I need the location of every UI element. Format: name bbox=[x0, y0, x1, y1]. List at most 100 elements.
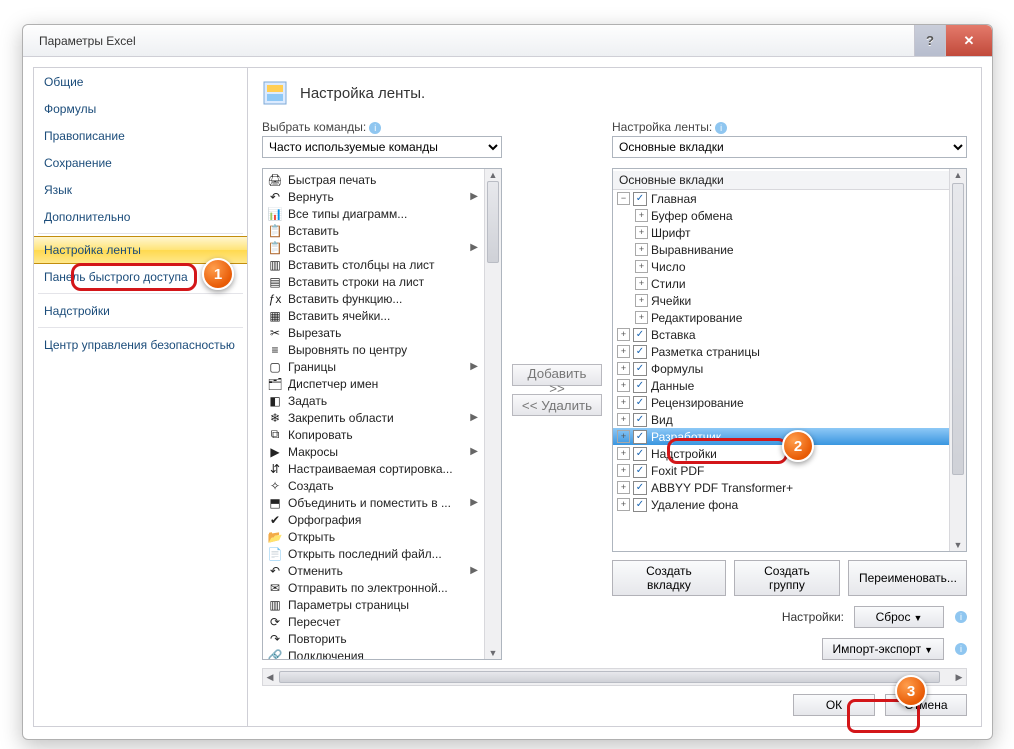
command-item[interactable]: ƒxВставить функцию... bbox=[263, 290, 485, 307]
tree-row[interactable]: +Выравнивание bbox=[613, 241, 950, 258]
tree-checkbox[interactable]: ✓ bbox=[633, 413, 647, 427]
tree-checkbox[interactable]: ✓ bbox=[633, 447, 647, 461]
info-icon[interactable]: i bbox=[955, 643, 967, 655]
info-icon[interactable]: i bbox=[955, 611, 967, 623]
command-item[interactable]: 🗂Диспетчер имен bbox=[263, 375, 485, 392]
tree-row[interactable]: +✓Удаление фона bbox=[613, 496, 950, 513]
sidebar-item-save[interactable]: Сохранение bbox=[34, 149, 247, 176]
tree-checkbox[interactable]: ✓ bbox=[633, 464, 647, 478]
tree-expander[interactable]: + bbox=[635, 243, 648, 256]
tree-expander[interactable]: + bbox=[617, 464, 630, 477]
command-item[interactable]: ⟳Пересчет bbox=[263, 613, 485, 630]
command-item[interactable]: ✂Вырезать bbox=[263, 324, 485, 341]
command-item[interactable]: ✧Создать bbox=[263, 477, 485, 494]
horizontal-scrollbar[interactable]: ◀▶ bbox=[262, 668, 967, 686]
sidebar-item-general[interactable]: Общие bbox=[34, 68, 247, 95]
command-item[interactable]: ▢Границы▶ bbox=[263, 358, 485, 375]
customize-ribbon-dropdown[interactable]: Основные вкладки bbox=[612, 136, 967, 158]
tree-checkbox[interactable]: ✓ bbox=[633, 192, 647, 206]
import-export-button[interactable]: Импорт-экспорт▼ bbox=[822, 638, 944, 660]
command-item[interactable]: ▶Макросы▶ bbox=[263, 443, 485, 460]
tree-row[interactable]: +✓Формулы bbox=[613, 360, 950, 377]
remove-button[interactable]: << Удалить bbox=[512, 394, 602, 416]
command-item[interactable]: 📋Вставить bbox=[263, 222, 485, 239]
tree-checkbox[interactable]: ✓ bbox=[633, 481, 647, 495]
tree-row[interactable]: +Стили bbox=[613, 275, 950, 292]
command-item[interactable]: ↶Отменить▶ bbox=[263, 562, 485, 579]
rename-button[interactable]: Переименовать... bbox=[848, 560, 967, 596]
command-item[interactable]: ▤Вставить строки на лист bbox=[263, 273, 485, 290]
help-button[interactable]: ? bbox=[914, 25, 945, 56]
sidebar-item-proofing[interactable]: Правописание bbox=[34, 122, 247, 149]
tree-row[interactable]: +✓ABBYY PDF Transformer+ bbox=[613, 479, 950, 496]
tree-row[interactable]: +✓Рецензирование bbox=[613, 394, 950, 411]
tree-expander[interactable]: + bbox=[635, 260, 648, 273]
command-item[interactable]: ▦Вставить ячейки... bbox=[263, 307, 485, 324]
info-icon[interactable]: i bbox=[369, 122, 381, 134]
new-group-button[interactable]: Создать группу bbox=[734, 560, 840, 596]
tree-expander[interactable]: + bbox=[617, 345, 630, 358]
tree-expander[interactable]: − bbox=[617, 192, 630, 205]
command-item[interactable]: ▥Вставить столбцы на лист bbox=[263, 256, 485, 273]
tree-expander[interactable]: + bbox=[635, 226, 648, 239]
sidebar-item-trust-center[interactable]: Центр управления безопасностью bbox=[34, 331, 247, 358]
command-item[interactable]: ❄Закрепить области▶ bbox=[263, 409, 485, 426]
tree-expander[interactable]: + bbox=[617, 328, 630, 341]
tree-row[interactable]: −✓Главная bbox=[613, 190, 950, 207]
command-item[interactable]: ↶Вернуть▶ bbox=[263, 188, 485, 205]
command-item[interactable]: 📂Открыть bbox=[263, 528, 485, 545]
command-item[interactable]: 🔗Подключения bbox=[263, 647, 485, 659]
tree-checkbox[interactable]: ✓ bbox=[633, 379, 647, 393]
command-item[interactable]: ▥Параметры страницы bbox=[263, 596, 485, 613]
tree-checkbox[interactable]: ✓ bbox=[633, 396, 647, 410]
sidebar-item-advanced[interactable]: Дополнительно bbox=[34, 203, 247, 230]
close-button[interactable]: ✕ bbox=[945, 25, 992, 56]
tree-row[interactable]: +✓Foxit PDF bbox=[613, 462, 950, 479]
command-item[interactable]: ⧉Копировать bbox=[263, 426, 485, 443]
sidebar-item-addins[interactable]: Надстройки bbox=[34, 297, 247, 324]
tree-checkbox[interactable]: ✓ bbox=[633, 345, 647, 359]
tree-expander[interactable]: + bbox=[635, 209, 648, 222]
ok-button[interactable]: ОК bbox=[793, 694, 875, 716]
tree-expander[interactable]: + bbox=[635, 294, 648, 307]
tree-row[interactable]: +✓Вставка bbox=[613, 326, 950, 343]
tree-row[interactable]: +Редактирование bbox=[613, 309, 950, 326]
sidebar-item-language[interactable]: Язык bbox=[34, 176, 247, 203]
command-item[interactable]: 📋Вставить▶ bbox=[263, 239, 485, 256]
commands-listbox[interactable]: 🖨Быстрая печать↶Вернуть▶📊Все типы диагра… bbox=[262, 168, 502, 660]
tree-expander[interactable]: + bbox=[617, 362, 630, 375]
command-item[interactable]: 🖨Быстрая печать bbox=[263, 171, 485, 188]
info-icon[interactable]: i bbox=[715, 122, 727, 134]
tree-checkbox[interactable]: ✓ bbox=[633, 430, 647, 444]
choose-commands-dropdown[interactable]: Часто используемые команды bbox=[262, 136, 502, 158]
new-tab-button[interactable]: Создать вкладку bbox=[612, 560, 726, 596]
tree-checkbox[interactable]: ✓ bbox=[633, 362, 647, 376]
tree-checkbox[interactable]: ✓ bbox=[633, 498, 647, 512]
command-item[interactable]: 📄Открыть последний файл... bbox=[263, 545, 485, 562]
tree-checkbox[interactable]: ✓ bbox=[633, 328, 647, 342]
tree-row[interactable]: +Ячейки bbox=[613, 292, 950, 309]
command-item[interactable]: 📊Все типы диаграмм... bbox=[263, 205, 485, 222]
tree-row[interactable]: +Шрифт bbox=[613, 224, 950, 241]
tree-expander[interactable]: + bbox=[635, 311, 648, 324]
tree-expander[interactable]: + bbox=[617, 498, 630, 511]
tree-expander[interactable]: + bbox=[617, 379, 630, 392]
tree-expander[interactable]: + bbox=[617, 481, 630, 494]
tree-row[interactable]: +✓Вид bbox=[613, 411, 950, 428]
reset-button[interactable]: Сброс▼ bbox=[854, 606, 944, 628]
command-item[interactable]: ⇵Настраиваемая сортировка... bbox=[263, 460, 485, 477]
tree-row[interactable]: +Число bbox=[613, 258, 950, 275]
tree-expander[interactable]: + bbox=[635, 277, 648, 290]
tree-scrollbar[interactable]: ▲ ▼ bbox=[949, 169, 966, 551]
add-button[interactable]: Добавить >> bbox=[512, 364, 602, 386]
command-item[interactable]: ⬒Объединить и поместить в ...▶ bbox=[263, 494, 485, 511]
tree-expander[interactable]: + bbox=[617, 413, 630, 426]
commands-scrollbar[interactable]: ▲▼ bbox=[484, 169, 501, 659]
tree-row[interactable]: +Буфер обмена bbox=[613, 207, 950, 224]
sidebar-item-formulas[interactable]: Формулы bbox=[34, 95, 247, 122]
command-item[interactable]: ↷Повторить bbox=[263, 630, 485, 647]
tree-row[interactable]: +✓Разметка страницы bbox=[613, 343, 950, 360]
command-item[interactable]: ≡Выровнять по центру bbox=[263, 341, 485, 358]
command-item[interactable]: ✔Орфография bbox=[263, 511, 485, 528]
command-item[interactable]: ◧Задать bbox=[263, 392, 485, 409]
